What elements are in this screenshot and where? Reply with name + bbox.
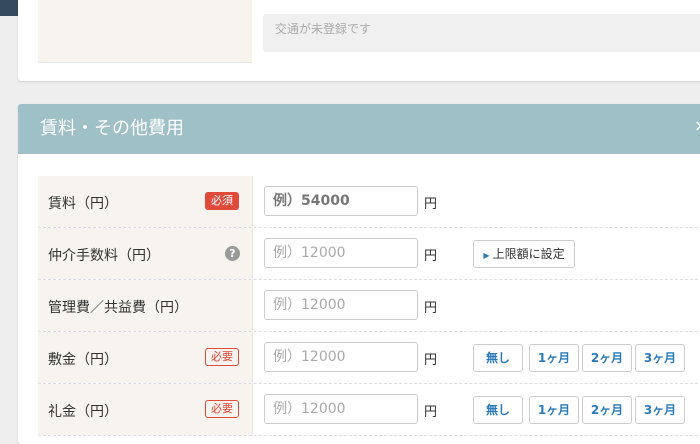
deposit-3-month-button[interactable]: 3ヶ月 bbox=[635, 344, 685, 372]
deposit-2-month-button[interactable]: 2ヶ月 bbox=[582, 344, 632, 372]
required-badge: 必要 bbox=[205, 348, 239, 366]
transport-empty-notice: 交通が未登録です bbox=[263, 14, 700, 52]
deposit-1-month-button[interactable]: 1ヶ月 bbox=[529, 344, 579, 372]
label-cell: 管理費／共益費（円） bbox=[38, 280, 253, 331]
form-row-key-money: 礼金（円） 必要 円 無し 1ヶ月 2ヶ月 3ヶ月 bbox=[38, 384, 700, 436]
unit-label: 円 bbox=[424, 197, 438, 212]
unit-label: 円 bbox=[424, 405, 438, 420]
key-money-1-month-button[interactable]: 1ヶ月 bbox=[529, 396, 579, 424]
label-cell: 賃料（円） 必須 bbox=[38, 176, 253, 227]
required-badge: 必要 bbox=[205, 400, 239, 418]
transport-section-card: 交通が未登録です bbox=[18, 0, 700, 81]
set-limit-label: 上限額に設定 bbox=[492, 247, 565, 261]
key-money-input[interactable] bbox=[264, 394, 418, 424]
field-label: 管理費／共益費（円） bbox=[48, 300, 188, 316]
set-limit-button[interactable]: ▶ 上限額に設定 bbox=[473, 240, 575, 268]
form-row-management-fee: 管理費／共益費（円） 円 bbox=[38, 280, 700, 332]
form-row-deposit: 敷金（円） 必要 円 無し 1ヶ月 2ヶ月 3ヶ月 bbox=[38, 332, 700, 384]
key-money-none-button[interactable]: 無し bbox=[473, 396, 523, 424]
deposit-input[interactable] bbox=[264, 342, 418, 372]
field-label: 礼金（円） bbox=[48, 404, 118, 420]
rent-input[interactable] bbox=[264, 186, 418, 216]
caret-right-icon: ▶ bbox=[483, 251, 490, 260]
unit-label: 円 bbox=[424, 301, 438, 316]
field-label: 仲介手数料（円） bbox=[48, 248, 160, 264]
deposit-none-button[interactable]: 無し bbox=[473, 344, 523, 372]
unit-label: 円 bbox=[424, 249, 438, 264]
key-money-2-month-button[interactable]: 2ヶ月 bbox=[582, 396, 632, 424]
section-header[interactable]: 賃料・その他費用 × bbox=[18, 104, 700, 154]
field-label: 敷金（円） bbox=[48, 352, 118, 368]
form-row-brokerage-fee: 仲介手数料（円） ? 円 ▶上限額に設定 bbox=[38, 228, 700, 280]
brokerage-fee-input[interactable] bbox=[264, 238, 418, 268]
field-label: 賃料（円） bbox=[48, 196, 118, 212]
transport-label-cell bbox=[38, 0, 252, 63]
section-title: 賃料・その他費用 bbox=[40, 118, 184, 139]
required-badge: 必須 bbox=[205, 192, 239, 210]
form-row-rent: 賃料（円） 必須 円 bbox=[38, 176, 700, 228]
question-circle-icon[interactable]: ? bbox=[225, 246, 240, 261]
rent-cost-section-card: 賃料・その他費用 × 賃料（円） 必須 円 仲介手数料（円） ? 円 ▶上限額に… bbox=[18, 104, 700, 444]
management-fee-input[interactable] bbox=[264, 290, 418, 320]
label-cell: 仲介手数料（円） ? bbox=[38, 228, 253, 279]
key-money-3-month-button[interactable]: 3ヶ月 bbox=[635, 396, 685, 424]
collapse-icon[interactable]: × bbox=[694, 116, 700, 135]
label-cell: 敷金（円） 必要 bbox=[38, 332, 253, 383]
unit-label: 円 bbox=[424, 353, 438, 368]
label-cell: 礼金（円） 必要 bbox=[38, 384, 253, 435]
